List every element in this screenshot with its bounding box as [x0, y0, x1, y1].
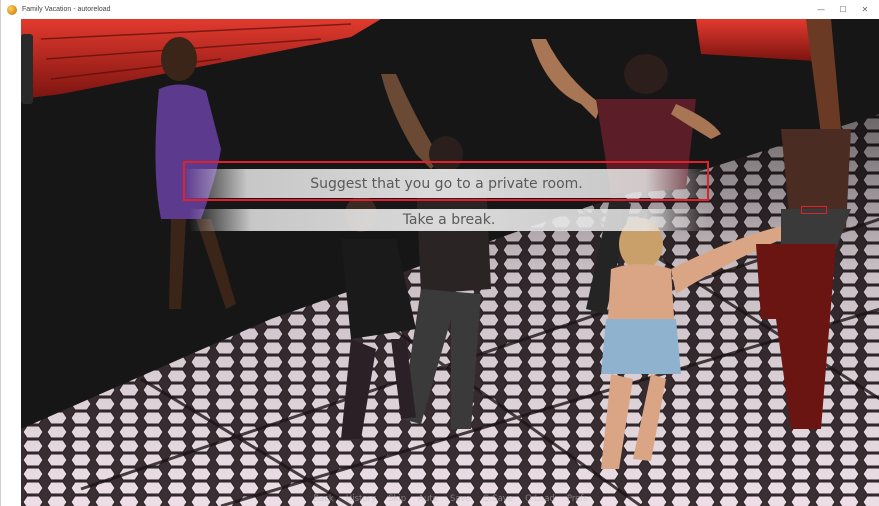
choice-button[interactable]: Take a break. [189, 209, 709, 231]
quick-menu-qsave[interactable]: Q.Save [483, 494, 513, 504]
quick-menu-qload[interactable]: Q.Load [525, 494, 555, 504]
quick-menu-auto[interactable]: Auto [418, 494, 438, 504]
title-bar: Family Vacation - autoreload — ☐ ✕ [1, 0, 879, 19]
quick-menu-skip[interactable]: Skip [388, 494, 406, 504]
minimize-icon[interactable]: — [810, 0, 832, 19]
choice-button[interactable]: Suggest that you go to a private room. [184, 169, 709, 198]
game-viewport: Suggest that you go to a private room. T… [21, 19, 879, 506]
quick-menu-history[interactable]: History [346, 494, 376, 504]
window-title: Family Vacation - autoreload [22, 6, 111, 13]
close-icon[interactable]: ✕ [854, 0, 876, 19]
quick-menu-save[interactable]: Save [450, 494, 471, 504]
quick-menu: Back History Skip Auto Save Q.Save Q.Loa… [21, 492, 879, 506]
maximize-icon[interactable]: ☐ [832, 0, 854, 19]
quick-menu-prefs[interactable]: Prefs [567, 494, 588, 504]
app-icon [7, 4, 17, 15]
window-controls: — ☐ ✕ [810, 0, 876, 19]
quick-menu-back[interactable]: Back [313, 494, 334, 504]
scene-background [21, 19, 879, 506]
game-window: Family Vacation - autoreload — ☐ ✕ Sugge… [0, 0, 879, 506]
